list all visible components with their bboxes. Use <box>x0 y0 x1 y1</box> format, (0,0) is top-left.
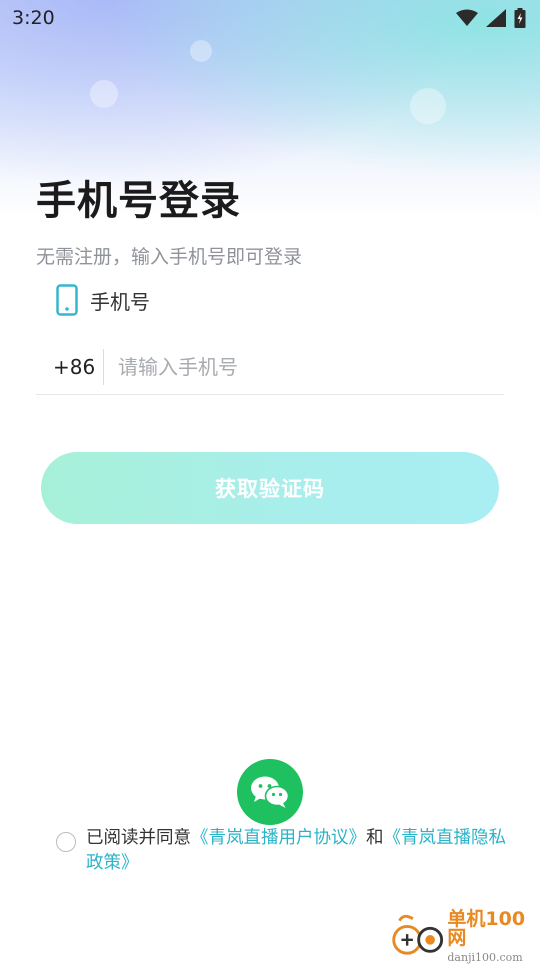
phone-icon <box>56 284 78 316</box>
agreement-and: 和 <box>366 828 384 848</box>
status-bar: 3:20 <box>0 0 540 36</box>
agreement-prefix: 已阅读并同意 <box>86 828 191 848</box>
status-time: 3:20 <box>12 7 55 29</box>
agreement-text: 已阅读并同意《青岚直播用户协议》和《青岚直播隐私政策》 <box>86 826 506 876</box>
page-title: 手机号登录 <box>36 178 241 224</box>
phone-number-input[interactable] <box>118 347 504 387</box>
country-code[interactable]: +86 <box>36 355 101 379</box>
watermark-url: danji100.com <box>447 950 523 964</box>
site-watermark: 单机100网 danji100.com <box>388 907 540 964</box>
get-verification-code-button[interactable]: 获取验证码 <box>41 452 499 524</box>
agreement-checkbox[interactable] <box>56 832 76 852</box>
phone-input-row: +86 <box>36 340 504 395</box>
status-icons <box>456 8 526 28</box>
phone-label: 手机号 <box>90 289 150 314</box>
user-agreement-link[interactable]: 《青岚直播用户协议》 <box>191 828 366 848</box>
wechat-icon <box>251 776 290 808</box>
login-subtitle: 无需注册，输入手机号即可登录 <box>36 246 303 268</box>
phone-label-row: 手机号 <box>56 284 150 316</box>
wechat-login-button[interactable] <box>237 759 303 825</box>
watermark-logo-icon <box>392 914 444 955</box>
battery-charging-icon <box>514 8 526 28</box>
input-divider <box>103 349 104 385</box>
wifi-icon <box>456 9 478 26</box>
cellular-signal-icon <box>486 9 506 27</box>
watermark-title: 单机100网 <box>447 907 526 949</box>
